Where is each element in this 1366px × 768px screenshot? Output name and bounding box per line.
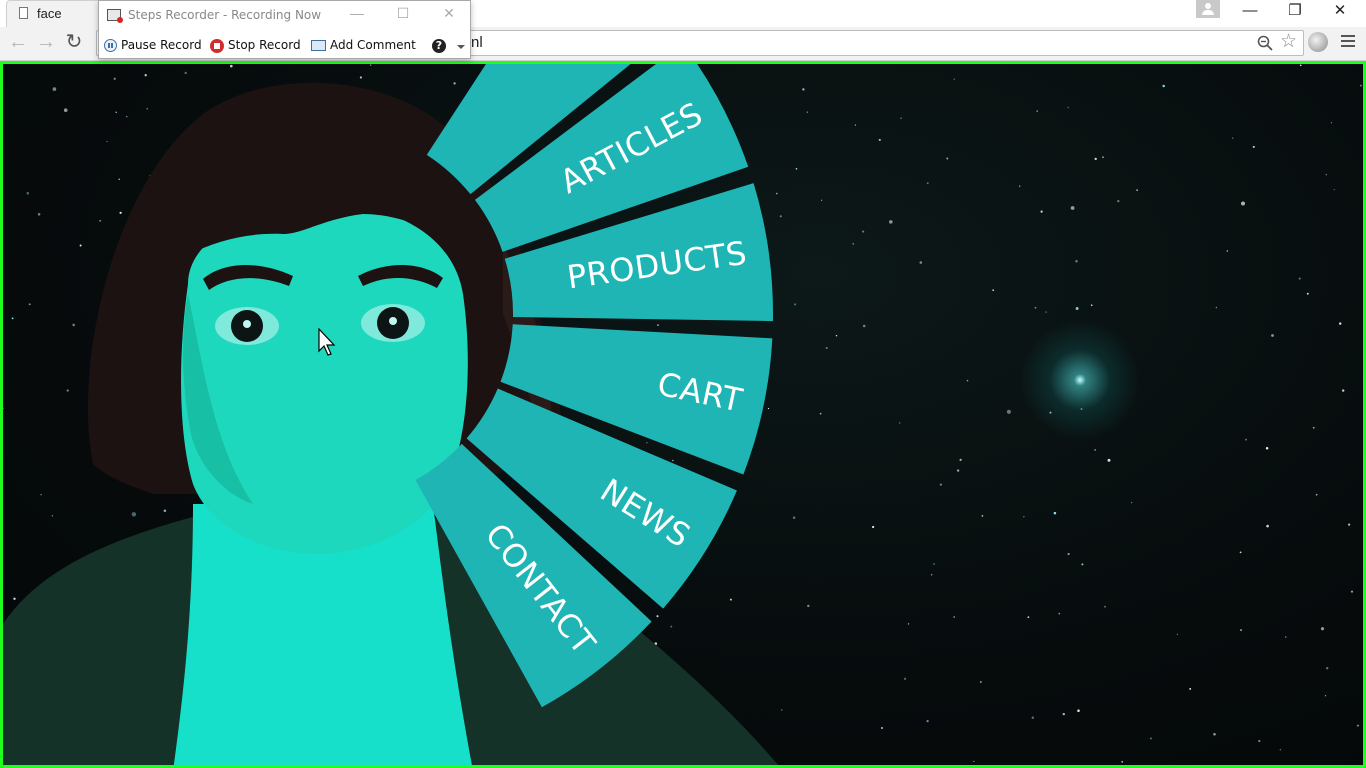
recorder-toolbar: Pause Record Stop Record Add Comment ?	[99, 35, 470, 59]
pause-record-button[interactable]: Pause Record	[104, 38, 202, 56]
recorder-titlebar: Steps Recorder - Recording Now — ☐ ✕	[99, 1, 470, 31]
steps-recorder-window: Steps Recorder - Recording Now — ☐ ✕ Pau…	[98, 0, 471, 59]
back-icon[interactable]: ←	[6, 30, 30, 54]
page-icon	[19, 7, 28, 19]
forward-icon[interactable]: →	[34, 30, 58, 54]
fan-menu: MAINARTICLESPRODUCTSCARTNEWSCONTACT	[415, 64, 773, 708]
stop-record-label: Stop Record	[228, 38, 301, 52]
tab-title: face	[37, 6, 62, 21]
recorder-app-icon	[107, 9, 123, 23]
zoom-icon[interactable]	[1257, 35, 1273, 51]
close-button[interactable]: ✕	[1318, 0, 1362, 24]
stop-icon	[210, 38, 224, 53]
mouse-cursor-icon	[318, 328, 336, 356]
page-viewport: MAINARTICLESPRODUCTSCARTNEWSCONTACT	[0, 61, 1366, 768]
recorder-title: Steps Recorder - Recording Now	[128, 8, 322, 22]
restore-button[interactable]: ❐	[1273, 0, 1317, 24]
minimize-button[interactable]: —	[1228, 0, 1272, 24]
comment-icon	[311, 40, 326, 51]
help-icon: ?	[432, 38, 446, 53]
menu-icon[interactable]	[1341, 35, 1355, 49]
add-comment-button[interactable]: Add Comment	[311, 38, 416, 56]
recorder-close-button[interactable]: ✕	[437, 5, 461, 22]
bookmark-star-icon[interactable]: ☆	[1280, 32, 1297, 52]
address-text: nl	[471, 34, 483, 51]
help-button[interactable]: ?	[432, 38, 450, 56]
profile-icon[interactable]	[1196, 0, 1220, 18]
recorder-minimize-button[interactable]: —	[345, 5, 369, 21]
pause-icon	[104, 39, 117, 52]
recorder-maximize-button[interactable]: ☐	[391, 5, 415, 22]
extension-icon[interactable]	[1308, 32, 1328, 52]
add-comment-label: Add Comment	[330, 38, 416, 52]
stop-record-button[interactable]: Stop Record	[210, 38, 301, 56]
pause-record-label: Pause Record	[121, 38, 202, 52]
reload-icon[interactable]: ↻	[62, 30, 86, 54]
help-dropdown-icon[interactable]	[457, 45, 465, 49]
